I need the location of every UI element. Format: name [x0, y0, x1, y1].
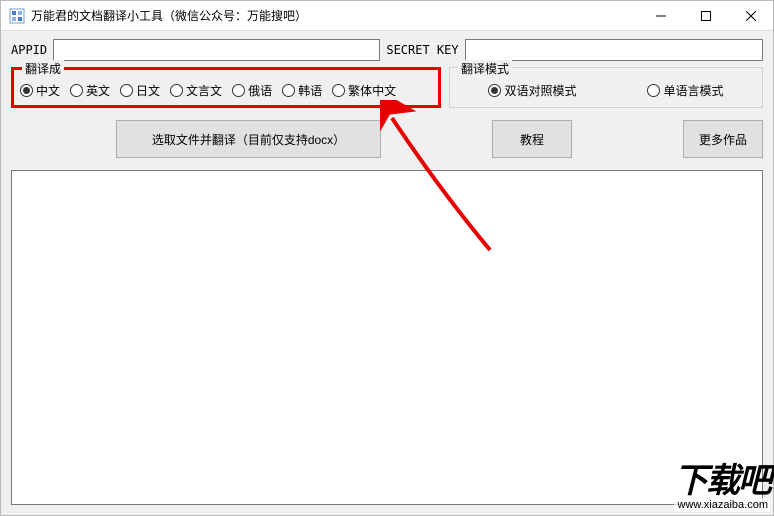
- secret-key-input[interactable]: [465, 39, 763, 61]
- window-title: 万能君的文档翻译小工具（微信公众号：万能搜吧）: [31, 7, 638, 24]
- radio-icon: [20, 84, 33, 97]
- radio-label: 日文: [136, 82, 160, 99]
- secret-key-label: SECRET KEY: [386, 43, 458, 57]
- radio-icon: [232, 84, 245, 97]
- radio-label: 繁体中文: [348, 82, 396, 99]
- translate-to-option-2[interactable]: 日文: [120, 82, 160, 99]
- translate-to-radios: 中文 英文 日文 文言文 俄语 韩语 繁体中文: [20, 82, 432, 99]
- translate-to-group: 翻译成 中文英文日文文言文俄语韩语繁体中文: [11, 67, 441, 108]
- radio-icon: [70, 84, 83, 97]
- radio-label: 英文: [86, 82, 110, 99]
- translate-mode-option-1[interactable]: 单语言模式: [647, 82, 723, 99]
- appid-input[interactable]: [53, 39, 380, 61]
- titlebar: 万能君的文档翻译小工具（微信公众号：万能搜吧）: [1, 1, 773, 31]
- translate-mode-legend: 翻译模式: [458, 60, 512, 77]
- radio-label: 中文: [36, 82, 60, 99]
- close-button[interactable]: [728, 1, 773, 30]
- options-row: 翻译成 中文英文日文文言文俄语韩语繁体中文 翻译模式 双语对照模式单语言模式: [11, 67, 763, 108]
- radio-icon: [170, 84, 183, 97]
- maximize-button[interactable]: [683, 1, 728, 30]
- output-textarea[interactable]: [11, 170, 763, 505]
- radio-label: 单语言模式: [663, 82, 723, 99]
- radio-icon: [332, 84, 345, 97]
- radio-icon: [488, 84, 501, 97]
- radio-icon: [647, 84, 660, 97]
- translate-to-option-5[interactable]: 韩语: [282, 82, 322, 99]
- tutorial-button[interactable]: 教程: [492, 120, 572, 158]
- translate-to-option-6[interactable]: 繁体中文: [332, 82, 396, 99]
- translate-to-option-3[interactable]: 文言文: [170, 82, 222, 99]
- translate-mode-group: 翻译模式 双语对照模式单语言模式: [449, 67, 763, 108]
- appid-label: APPID: [11, 43, 47, 57]
- select-file-translate-button[interactable]: 选取文件并翻译（目前仅支持docx）: [116, 120, 381, 158]
- radio-label: 韩语: [298, 82, 322, 99]
- translate-mode-radios: 双语对照模式 单语言模式: [458, 82, 754, 99]
- translate-to-option-1[interactable]: 英文: [70, 82, 110, 99]
- radio-label: 文言文: [186, 82, 222, 99]
- window-controls: [638, 1, 773, 30]
- minimize-button[interactable]: [638, 1, 683, 30]
- app-window: 万能君的文档翻译小工具（微信公众号：万能搜吧） APPID SECRET KEY…: [0, 0, 774, 516]
- more-works-button[interactable]: 更多作品: [683, 120, 763, 158]
- translate-to-legend: 翻译成: [22, 60, 64, 77]
- radio-label: 俄语: [248, 82, 272, 99]
- app-icon: [9, 8, 25, 24]
- credentials-row: APPID SECRET KEY: [11, 39, 763, 61]
- radio-icon: [120, 84, 133, 97]
- content-area: APPID SECRET KEY 翻译成 中文 英文 日文 文言文 俄语 韩语 繁体中文 翻…: [1, 31, 773, 515]
- translate-to-option-0[interactable]: 中文: [20, 82, 60, 99]
- radio-icon: [282, 84, 295, 97]
- translate-to-option-4[interactable]: 俄语: [232, 82, 272, 99]
- buttons-row: 选取文件并翻译（目前仅支持docx） 教程 更多作品: [11, 120, 763, 158]
- translate-mode-option-0[interactable]: 双语对照模式: [488, 82, 576, 99]
- radio-label: 双语对照模式: [504, 82, 576, 99]
